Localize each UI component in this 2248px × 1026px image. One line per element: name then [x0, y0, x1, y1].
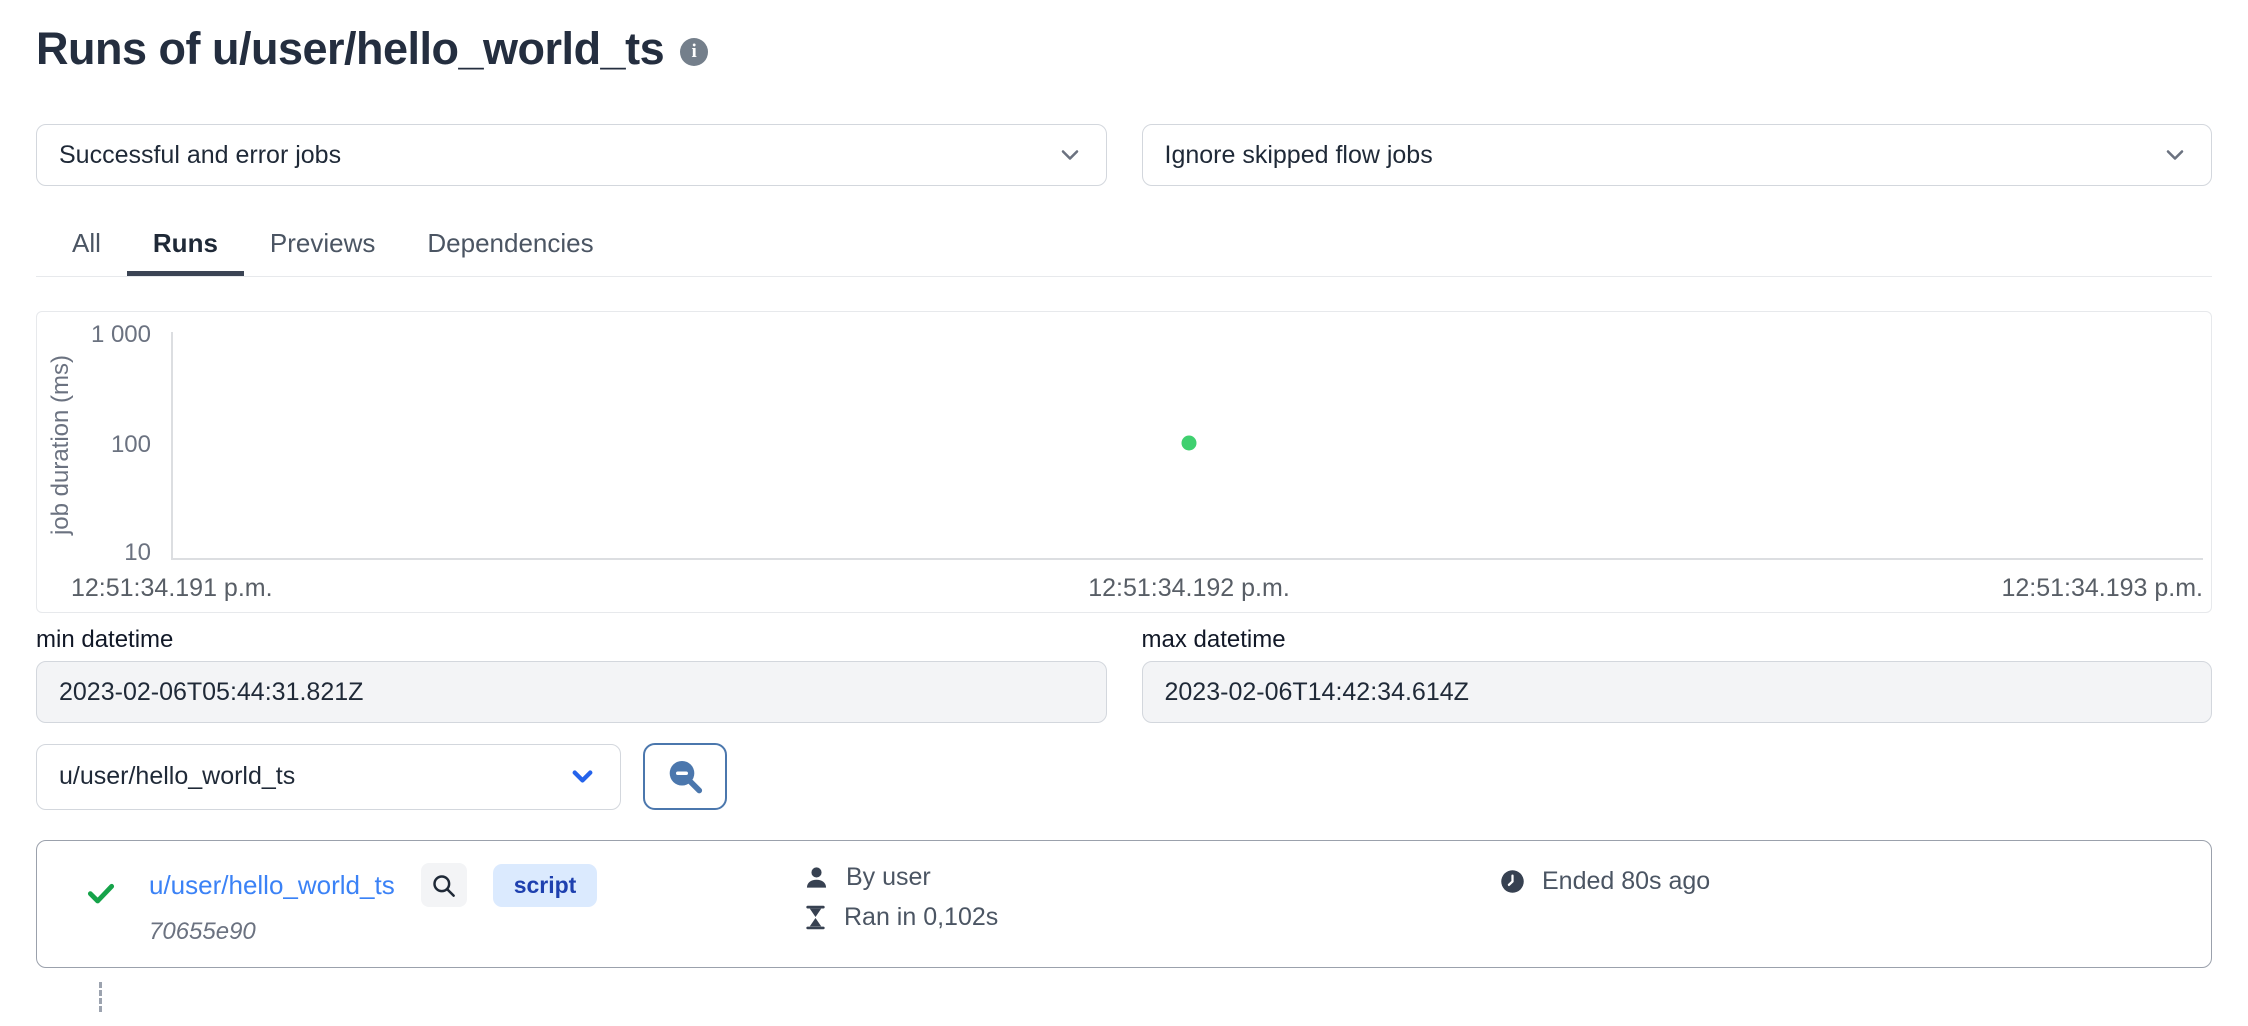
search-button[interactable] — [643, 743, 727, 810]
run-id: 70655e90 — [149, 918, 597, 946]
user-icon — [803, 864, 830, 891]
run-triggered-by: By user — [846, 863, 931, 892]
tab-all[interactable]: All — [46, 218, 127, 276]
chevron-down-icon — [2161, 141, 2189, 169]
min-datetime-input[interactable] — [36, 661, 1107, 723]
run-details-button[interactable] — [421, 863, 467, 907]
y-axis-tick-1000: 1 000 — [37, 321, 151, 349]
run-main: u/user/hello_world_ts script 70655e90 — [149, 863, 597, 946]
tab-dependencies[interactable]: Dependencies — [401, 218, 619, 276]
x-axis-tick-middle: 12:51:34.192 p.m. — [1088, 574, 1290, 603]
run-duration: Ran in 0,102s — [844, 903, 998, 932]
x-axis-line — [171, 558, 2203, 560]
page-header: Runs of u/user/hello_world_ts i — [36, 22, 2212, 76]
job-duration-chart: job duration (ms) 1 000 100 10 12:51:34.… — [36, 311, 2212, 613]
run-kind-badge: script — [493, 864, 598, 907]
job-status-filter-select[interactable]: Successful and error jobs — [36, 124, 1107, 186]
info-icon[interactable]: i — [680, 38, 708, 66]
page-title: Runs of u/user/hello_world_ts — [36, 23, 664, 75]
clock-icon — [1499, 868, 1526, 895]
run-ended: Ended 80s ago — [1499, 867, 1710, 896]
success-check-icon — [85, 877, 117, 909]
script-path-value: u/user/hello_world_ts — [59, 762, 295, 791]
script-path-select[interactable]: u/user/hello_world_ts — [36, 744, 621, 810]
datetime-range-row: min datetime max datetime — [36, 626, 2212, 723]
y-axis-tick-10: 10 — [37, 539, 151, 567]
skipped-flow-filter-select[interactable]: Ignore skipped flow jobs — [1142, 124, 2213, 186]
max-datetime-input[interactable] — [1142, 661, 2213, 723]
max-datetime-label: max datetime — [1142, 626, 2213, 654]
chevron-down-icon — [1056, 141, 1084, 169]
tab-previews[interactable]: Previews — [244, 218, 401, 276]
job-status-filter-value: Successful and error jobs — [59, 141, 341, 170]
runs-page: Runs of u/user/hello_world_ts i Successf… — [0, 22, 2248, 1012]
run-ended-text: Ended 80s ago — [1542, 867, 1710, 896]
search-icon — [664, 756, 706, 798]
chevron-down-icon — [567, 761, 598, 792]
run-path-link[interactable]: u/user/hello_world_ts — [149, 870, 395, 901]
filters-row: Successful and error jobs Ignore skipped… — [36, 124, 2212, 186]
timeline-connector — [99, 982, 102, 1012]
y-axis-line — [171, 332, 173, 558]
path-filter-row: u/user/hello_world_ts — [36, 743, 2212, 810]
min-datetime-label: min datetime — [36, 626, 1107, 654]
run-list-item: u/user/hello_world_ts script 70655e90 By… — [36, 840, 2212, 968]
run-meta: By user Ran in 0,102s — [803, 863, 998, 932]
magnifier-icon — [430, 872, 457, 899]
run-data-point[interactable] — [1182, 436, 1197, 451]
y-axis-tick-100: 100 — [37, 431, 151, 459]
hourglass-icon — [803, 905, 828, 930]
runs-kind-tabs: All Runs Previews Dependencies — [36, 218, 2212, 277]
tab-runs[interactable]: Runs — [127, 218, 244, 276]
x-axis-tick-right: 12:51:34.193 p.m. — [2001, 574, 2203, 603]
skipped-flow-filter-value: Ignore skipped flow jobs — [1165, 141, 1433, 170]
x-axis-tick-left: 12:51:34.191 p.m. — [71, 574, 273, 603]
